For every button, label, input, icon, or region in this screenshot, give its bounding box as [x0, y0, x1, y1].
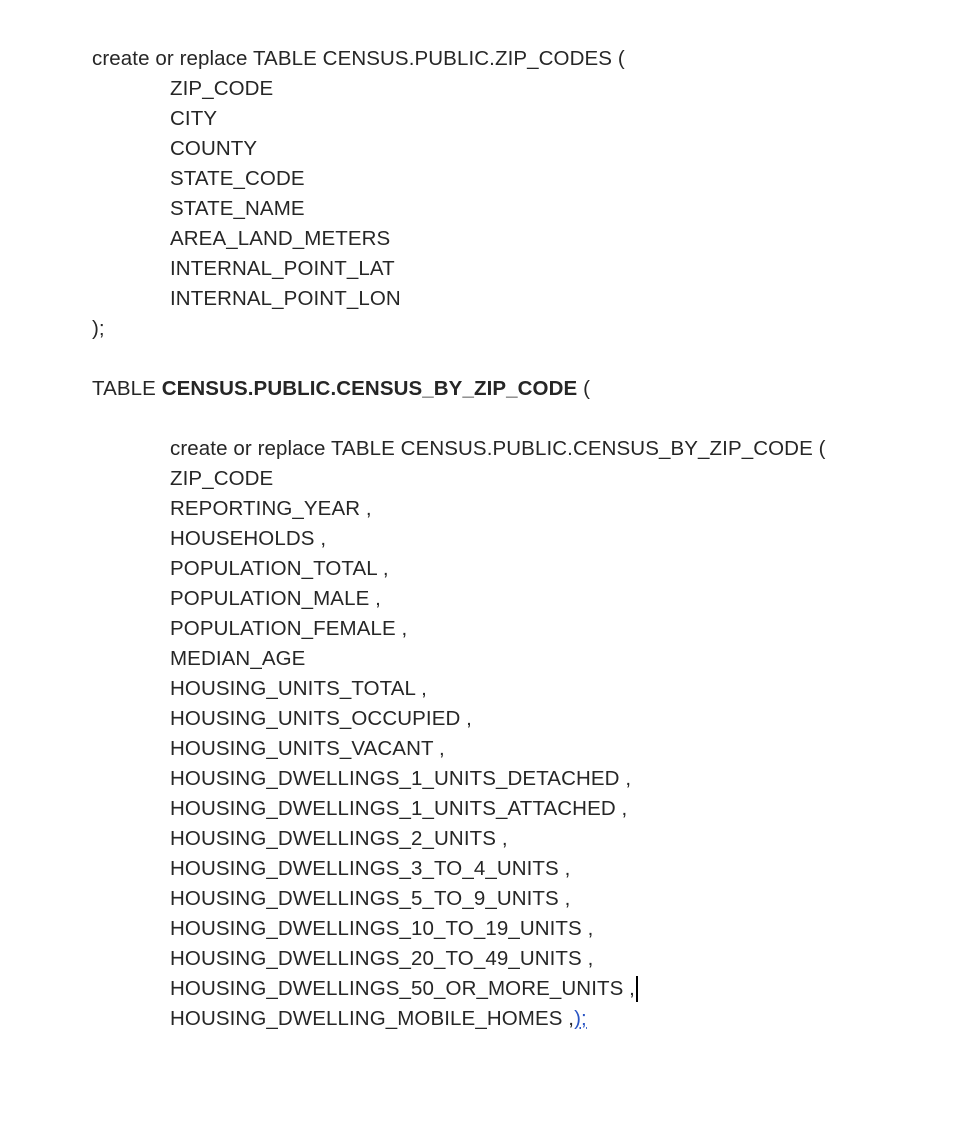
column-line: HOUSING_DWELLINGS_10_TO_19_UNITS , [170, 917, 594, 940]
column-line: STATE_CODE [170, 167, 305, 190]
column-line: HOUSING_DWELLINGS_1_UNITS_ATTACHED , [170, 797, 628, 820]
zip-codes-create-statement: create or replace TABLE CENSUS.PUBLIC.ZI… [92, 47, 625, 70]
column-line: COUNTY [170, 137, 258, 160]
column-line: REPORTING_YEAR , [170, 497, 372, 520]
column-line: STATE_NAME [170, 197, 305, 220]
column-line: ZIP_CODE [170, 467, 274, 490]
heading-suffix: ( [577, 377, 591, 400]
zip-codes-column-list: ZIP_CODE CITY COUNTY STATE_CODE STATE_NA… [92, 74, 932, 314]
column-text: HOUSING_DWELLINGS_50_OR_MORE_UNITS , [170, 977, 635, 1000]
census-create-statement: create or replace TABLE CENSUS.PUBLIC.CE… [170, 437, 826, 460]
closing-paren-link[interactable]: ); [574, 1007, 587, 1030]
column-line: POPULATION_TOTAL , [170, 557, 389, 580]
column-line: HOUSING_DWELLINGS_5_TO_9_UNITS , [170, 887, 571, 910]
column-line: INTERNAL_POINT_LON [170, 287, 401, 310]
column-line: HOUSING_UNITS_VACANT , [170, 737, 445, 760]
heading-table-name: CENSUS.PUBLIC.CENSUS_BY_ZIP_CODE [161, 377, 578, 400]
document-body[interactable]: create or replace TABLE CENSUS.PUBLIC.ZI… [92, 44, 932, 1034]
column-line: HOUSING_DWELLINGS_3_TO_4_UNITS , [170, 857, 571, 880]
column-text: HOUSING_DWELLING_MOBILE_HOMES , [170, 1007, 575, 1030]
column-line: HOUSING_UNITS_TOTAL , [170, 677, 427, 700]
column-line: HOUSING_UNITS_OCCUPIED , [170, 707, 472, 730]
column-line: ZIP_CODE [170, 77, 274, 100]
column-line-last: HOUSING_DWELLING_MOBILE_HOMES ,); [92, 1004, 932, 1034]
census-column-list: ZIP_CODE REPORTING_YEAR , HOUSEHOLDS , P… [92, 464, 932, 1034]
column-line: HOUSING_DWELLINGS_1_UNITS_DETACHED , [170, 767, 632, 790]
census-table-heading: TABLE CENSUS.PUBLIC.CENSUS_BY_ZIP_CODE ( [92, 374, 932, 404]
column-line: POPULATION_MALE , [170, 587, 381, 610]
column-line: HOUSEHOLDS , [170, 527, 327, 550]
column-line: AREA_LAND_METERS [170, 227, 391, 250]
column-line: CITY [170, 107, 218, 130]
column-line: MEDIAN_AGE [170, 647, 306, 670]
column-line: HOUSING_DWELLINGS_20_TO_49_UNITS , [170, 947, 594, 970]
column-line: INTERNAL_POINT_LAT [170, 257, 395, 280]
text-cursor [635, 975, 638, 1002]
column-line: POPULATION_FEMALE , [170, 617, 408, 640]
column-line: HOUSING_DWELLINGS_2_UNITS , [170, 827, 508, 850]
column-line-with-caret: HOUSING_DWELLINGS_50_OR_MORE_UNITS , [92, 974, 932, 1004]
heading-prefix: TABLE [92, 377, 162, 400]
zip-codes-closing: ); [92, 317, 105, 340]
